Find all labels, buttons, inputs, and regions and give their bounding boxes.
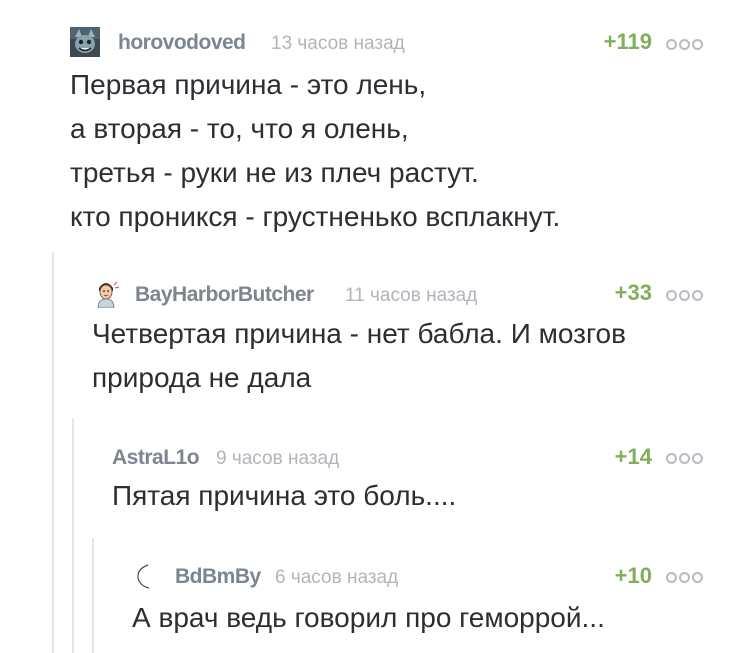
thread-line-level-2[interactable] <box>72 418 74 653</box>
comment-header: horovodoved 13 часов назад +119 <box>70 27 710 57</box>
comment: BayHarborButcher 11 часов назад +33 Четв… <box>92 278 712 398</box>
comment-body: Четвертая причина - нет бабла. И мозгов … <box>92 312 626 400</box>
comment-line: Первая причина - это лень, <box>70 69 427 100</box>
timestamp: 9 часов назад <box>216 448 340 469</box>
cat-avatar-icon[interactable] <box>70 27 100 57</box>
username[interactable]: BdBmBy <box>175 565 261 589</box>
comment-line: а вторая - то, что я олень, <box>70 113 409 144</box>
comment: AstraL1o 9 часов назад +14 Пятая причина… <box>112 444 712 524</box>
thread-line-level-3[interactable] <box>92 538 94 653</box>
comment: horovodoved 13 часов назад +119 Первая п… <box>70 27 710 247</box>
comment-line: Пятая причина это боль.... <box>112 480 457 511</box>
rating: +10 <box>614 563 652 588</box>
rating: +14 <box>614 444 652 469</box>
comment-header: BayHarborButcher 11 часов назад +33 <box>92 278 712 308</box>
rating: +33 <box>614 280 652 305</box>
comment: BdBmBy 6 часов назад +10 А врач ведь гов… <box>132 562 712 642</box>
comment-line: кто проникся - грустненько всплакнут. <box>70 201 561 232</box>
comment-line: Четвертая причина - нет бабла. И мозгов <box>92 318 626 349</box>
timestamp: 11 часов назад <box>345 285 478 306</box>
username[interactable]: horovodoved <box>118 31 246 55</box>
more-options-icon[interactable] <box>666 289 710 301</box>
more-options-icon[interactable] <box>666 571 710 583</box>
timestamp: 6 часов назад <box>275 567 399 588</box>
username[interactable]: AstraL1o <box>112 446 200 470</box>
comment-header: BdBmBy 6 часов назад +10 <box>132 562 712 592</box>
comment-body: Пятая причина это боль.... <box>112 474 456 518</box>
timestamp: 13 часов назад <box>271 33 405 54</box>
comment-header: AstraL1o 9 часов назад +14 <box>112 444 712 474</box>
comment-line: природа не дала <box>92 362 312 393</box>
more-options-icon[interactable] <box>666 452 710 464</box>
username[interactable]: BayHarborButcher <box>135 283 314 307</box>
more-options-icon[interactable] <box>666 38 710 50</box>
comment-line: третья - руки не из плеч растут. <box>70 157 479 188</box>
rating: +119 <box>603 29 652 54</box>
moon-avatar-icon[interactable] <box>132 562 158 590</box>
comment-body: Первая причина - это лень, а вторая - то… <box>70 63 560 239</box>
comment-line: А врач ведь говорил про геморрой... <box>132 602 605 633</box>
person-avatar-icon[interactable] <box>92 278 120 308</box>
thread-line-level-1[interactable] <box>52 252 54 653</box>
comment-body: А врач ведь говорил про геморрой... <box>132 596 605 640</box>
